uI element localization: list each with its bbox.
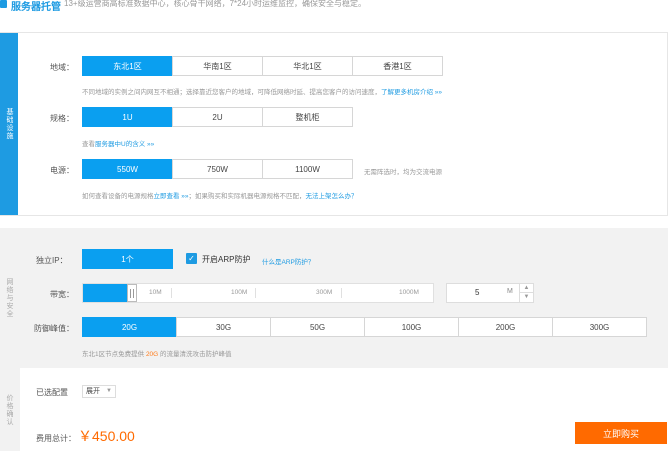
config-label: 已选配置 bbox=[36, 388, 68, 397]
bandwidth-tick-1000m: 1000M bbox=[399, 289, 419, 296]
region-note: 不同地域的实例之间内网互不相通；选择靠近您客户的地域，可降低网络时延、提高您客户… bbox=[82, 89, 443, 96]
region-label: 地域： bbox=[50, 63, 74, 72]
bandwidth-tick-300m: 300M bbox=[316, 289, 333, 296]
region-option-hongkong[interactable]: 香港1区 bbox=[352, 56, 443, 76]
power-view-link[interactable]: 立即查看 »» bbox=[154, 193, 189, 200]
arp-label: 开启ARP防护 bbox=[202, 255, 251, 264]
region-option-huanan[interactable]: 华南1区 bbox=[172, 56, 263, 76]
ddos-option-20g[interactable]: 20G bbox=[82, 317, 177, 337]
ddos-option-30g[interactable]: 30G bbox=[176, 317, 271, 337]
page-header: 服务器托管 13+级运营商高标准数据中心，核心骨干网络，7*24小时运维监控，确… bbox=[0, 0, 668, 16]
ddos-label: 防御峰值： bbox=[34, 324, 74, 333]
spec-option-rack[interactable]: 整机柜 bbox=[262, 107, 353, 127]
bandwidth-value[interactable]: 5 bbox=[475, 288, 479, 297]
bandwidth-label: 带宽： bbox=[50, 290, 74, 299]
bandwidth-stepper[interactable]: 5 M ▲ ▼ bbox=[446, 283, 534, 303]
summary-section: 价格确认 已选配置 展开 ▼ 费用总计： ￥450.00 立即购买 bbox=[0, 368, 668, 451]
page-title: 服务器托管 bbox=[11, 2, 61, 13]
config-dropdown[interactable]: 展开 ▼ bbox=[82, 385, 116, 398]
page-description: 13+级运营商高标准数据中心，核心骨干网络，7*24小时运维监控，确保安全与稳定… bbox=[64, 0, 367, 8]
region-options: 东北1区 华南1区 华北1区 香港1区 bbox=[82, 56, 443, 76]
power-note: 如何查看设备的电源规格立即查看 »»；如果购买和实际机器电源规格不匹配，无法上架… bbox=[82, 193, 358, 200]
ddos-option-100g[interactable]: 100G bbox=[364, 317, 459, 337]
bandwidth-tick-100m: 100M bbox=[231, 289, 248, 296]
ip-options: 1个 bbox=[82, 249, 173, 269]
spec-label: 规格： bbox=[50, 114, 74, 123]
ddos-option-50g[interactable]: 50G bbox=[270, 317, 365, 337]
power-help-link[interactable]: 无法上架怎么办？ bbox=[306, 193, 358, 200]
region-more-link[interactable]: 了解更多机房介绍 »» bbox=[381, 89, 442, 96]
bandwidth-unit: M bbox=[507, 288, 513, 295]
bandwidth-slider-handle[interactable] bbox=[127, 284, 137, 302]
ip-label: 独立IP： bbox=[36, 256, 68, 265]
power-options: 550W 750W 1100W bbox=[82, 159, 353, 179]
spec-options: 1U 2U 整机柜 bbox=[82, 107, 353, 127]
buy-now-button[interactable]: 立即购买 bbox=[575, 422, 667, 444]
network-side-tab: 网络与安全 bbox=[6, 278, 13, 318]
increment-icon[interactable]: ▲ bbox=[520, 284, 533, 293]
basic-side-tab: 基础设施 bbox=[0, 33, 18, 215]
power-label: 电源： bbox=[50, 166, 74, 175]
region-option-dongbei[interactable]: 东北1区 bbox=[82, 56, 173, 76]
summary-side-tab: 价格确认 bbox=[6, 393, 13, 426]
ddos-note: 东北1区节点免费提供 20G 的流量清洗攻击防护峰值 bbox=[82, 351, 232, 358]
power-option-550w[interactable]: 550W bbox=[82, 159, 173, 179]
arp-checkbox[interactable]: ✓ bbox=[186, 253, 197, 264]
caret-down-icon: ▼ bbox=[106, 388, 112, 394]
region-option-huabei[interactable]: 华北1区 bbox=[262, 56, 353, 76]
price-label: 费用总计： bbox=[36, 434, 76, 443]
power-side-note: 无需阵选时，均为交流电源 bbox=[364, 169, 442, 176]
arp-help-link[interactable]: 什么是ARP防护？ bbox=[262, 256, 314, 266]
power-option-1100w[interactable]: 1100W bbox=[262, 159, 353, 179]
spec-option-1u[interactable]: 1U bbox=[82, 107, 173, 127]
network-section: 网络与安全 独立IP： 1个 ✓ 开启ARP防护 什么是ARP防护？ 带宽： 1… bbox=[0, 228, 668, 368]
spec-option-2u[interactable]: 2U bbox=[172, 107, 263, 127]
bandwidth-tick-10m: 10M bbox=[149, 289, 162, 296]
bandwidth-slider-fill bbox=[83, 284, 133, 302]
summary-panel: 已选配置 展开 ▼ 费用总计： ￥450.00 立即购买 bbox=[20, 368, 668, 451]
bandwidth-slider[interactable]: 10M 100M 300M 1000M bbox=[82, 283, 434, 303]
ddos-option-200g[interactable]: 200G bbox=[458, 317, 553, 337]
ddos-option-300g[interactable]: 300G bbox=[552, 317, 647, 337]
ip-option-1[interactable]: 1个 bbox=[82, 249, 173, 269]
ddos-options: 20G 30G 50G 100G 200G 300G bbox=[82, 317, 647, 337]
bandwidth-stepper-arrows[interactable]: ▲ ▼ bbox=[519, 284, 533, 302]
power-option-750w[interactable]: 750W bbox=[172, 159, 263, 179]
decrement-icon[interactable]: ▼ bbox=[520, 293, 533, 302]
server-icon bbox=[0, 0, 7, 8]
spec-u-link[interactable]: 服务器中U的含义 »» bbox=[95, 141, 154, 148]
spec-note: 查看服务器中U的含义 »» bbox=[82, 141, 155, 148]
basic-section: 基础设施 地域： 东北1区 华南1区 华北1区 香港1区 不同地域的实例之间内网… bbox=[0, 32, 668, 216]
total-price: ￥450.00 bbox=[78, 428, 135, 444]
